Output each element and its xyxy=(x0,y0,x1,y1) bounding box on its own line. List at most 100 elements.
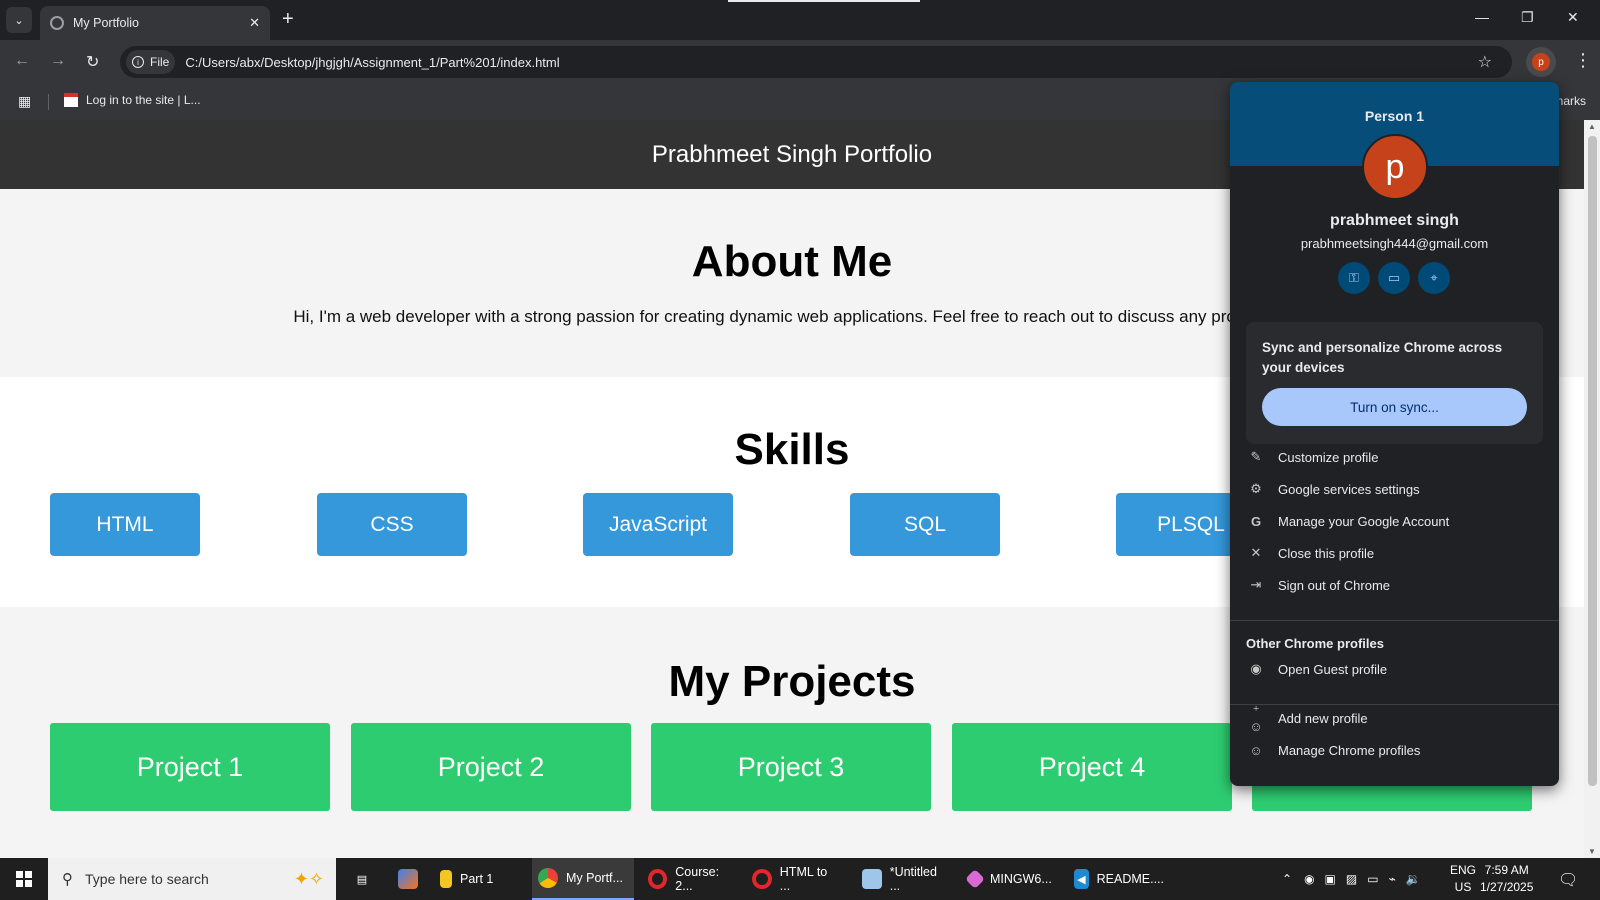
scrollbar-thumb[interactable] xyxy=(1588,136,1597,786)
scroll-up-icon[interactable]: ▲ xyxy=(1588,122,1596,131)
skill-css: CSS xyxy=(317,493,467,556)
google-icon: G xyxy=(1250,513,1262,529)
system-clock[interactable]: 7:59 AM 1/27/2025 xyxy=(1480,862,1533,896)
bookmark-favicon-icon xyxy=(64,93,78,107)
menu-sign-out[interactable]: ⇥ Sign out of Chrome xyxy=(1246,573,1546,597)
sign-out-icon: ⇥ xyxy=(1250,577,1262,592)
sync-promo-card: Sync and personalize Chrome across your … xyxy=(1246,322,1543,444)
site-title: Prabhmeet Singh Portfolio xyxy=(651,140,933,168)
close-window-button[interactable]: ✕ xyxy=(1567,9,1579,26)
task-view-button[interactable]: ▤ xyxy=(346,858,386,900)
taskbar-app-label: Part 1 xyxy=(460,872,494,886)
restore-button[interactable]: ❐ xyxy=(1521,9,1534,26)
back-button[interactable]: ← xyxy=(14,52,30,70)
sparkle-icon: ✦✧ xyxy=(293,868,324,889)
notepad-icon xyxy=(862,869,882,889)
menu-manage-chrome-profiles[interactable]: ☺ Manage Chrome profiles xyxy=(1246,738,1546,762)
chrome-icon xyxy=(538,868,558,888)
bookmark-label: Log in to the site | L... xyxy=(86,93,201,107)
reload-button[interactable]: ↻ xyxy=(86,52,99,72)
windows-taskbar: ⚲ Type here to search ✦✧ ▤ Part 1 My Por… xyxy=(0,858,1600,900)
minimize-button[interactable]: — xyxy=(1475,9,1489,25)
taskbar-app-opera-course[interactable]: Course: 2... xyxy=(642,858,742,900)
show-hidden-icons-icon[interactable]: ⌃ xyxy=(1282,872,1292,886)
globe-icon xyxy=(50,16,64,30)
tab-search-button[interactable]: ⌄ xyxy=(6,7,32,33)
vscode-icon: ◀ xyxy=(1074,869,1089,889)
start-button[interactable] xyxy=(0,858,48,900)
tab-title: My Portfolio xyxy=(73,16,139,30)
region-code: US xyxy=(1454,880,1472,894)
project-card-3[interactable]: Project 3 xyxy=(651,723,931,811)
windows-logo-icon xyxy=(16,871,32,887)
meet-icon[interactable]: ▣ xyxy=(1325,872,1336,886)
menu-open-guest-profile[interactable]: ◉ Open Guest profile xyxy=(1246,657,1546,681)
project-card-4[interactable]: Project 4 xyxy=(952,723,1232,811)
close-tab-icon[interactable]: ✕ xyxy=(249,15,260,31)
taskbar-app-chrome[interactable]: My Portf... xyxy=(532,858,634,900)
popup-divider xyxy=(1230,704,1559,705)
volume-icon[interactable]: 🔉 xyxy=(1406,872,1421,886)
menu-close-profile[interactable]: ✕ Close this profile xyxy=(1246,541,1546,565)
bookmark-star-icon[interactable]: ☆ xyxy=(1478,52,1492,72)
turn-on-sync-button[interactable]: Turn on sync... xyxy=(1262,388,1527,426)
scroll-down-icon[interactable]: ▼ xyxy=(1588,847,1596,856)
menu-label: Open Guest profile xyxy=(1278,661,1388,677)
folder-icon xyxy=(440,870,452,888)
profile-header-title: Person 1 xyxy=(1364,108,1425,124)
network-icon[interactable]: ⌁ xyxy=(1389,872,1396,886)
copilot-icon xyxy=(398,869,418,889)
profile-avatar-small: p xyxy=(1532,53,1550,71)
battery-icon[interactable]: ▭ xyxy=(1367,872,1378,886)
apps-grid-icon[interactable]: ▦ xyxy=(18,93,31,110)
project-card-1[interactable]: Project 1 xyxy=(50,723,330,811)
chrome-menu-icon[interactable]: ⋮ xyxy=(1574,50,1592,71)
passwords-key-icon[interactable]: ⚿ xyxy=(1338,262,1370,294)
taskbar-copilot[interactable] xyxy=(392,858,432,900)
profile-name: prabhmeet singh xyxy=(1330,212,1459,229)
taskbar-search-box[interactable]: ⚲ Type here to search ✦✧ xyxy=(48,858,336,900)
project-card-2[interactable]: Project 2 xyxy=(351,723,631,811)
new-tab-button[interactable]: + xyxy=(282,9,294,29)
address-bar[interactable]: i File C:/Users/abx/Desktop/jhgjgh/Assig… xyxy=(120,46,1512,78)
taskbar-app-vscode[interactable]: ◀ README.... xyxy=(1068,858,1170,900)
payment-card-icon[interactable]: ▭ xyxy=(1378,262,1410,294)
taskbar-app-git-bash[interactable]: MINGW6... xyxy=(962,858,1062,900)
close-icon: ✕ xyxy=(1250,545,1262,560)
search-icon: ⚲ xyxy=(62,871,73,888)
menu-add-new-profile[interactable]: ⁺☺ Add new profile xyxy=(1246,703,1546,734)
bookmark-login[interactable]: Log in to the site | L... xyxy=(64,93,201,107)
taskbar-app-label: HTML to ... xyxy=(779,865,828,893)
page-scrollbar[interactable]: ▲ ▼ xyxy=(1584,120,1600,858)
taskbar-app-notepad[interactable]: *Untitled ... xyxy=(856,858,956,900)
site-info-chip[interactable]: i File xyxy=(126,50,176,74)
menu-google-services[interactable]: ⚙ Google services settings xyxy=(1246,477,1546,501)
profile-button[interactable]: p xyxy=(1526,47,1556,77)
task-view-icon: ▤ xyxy=(356,873,368,886)
menu-manage-google-account[interactable]: G Manage your Google Account xyxy=(1246,509,1546,533)
profile-avatar-large: p xyxy=(1362,134,1428,200)
guest-profile-icon: ◉ xyxy=(1250,661,1262,676)
info-icon: i xyxy=(132,56,144,68)
bookmarks-divider xyxy=(48,94,49,110)
record-icon[interactable]: ◉ xyxy=(1304,872,1314,886)
popup-divider xyxy=(1230,620,1559,621)
all-bookmarks-label[interactable]: narks xyxy=(1557,94,1586,108)
clock-time: 7:59 AM xyxy=(1484,863,1529,877)
manage-profiles-icon: ☺ xyxy=(1249,742,1263,758)
addresses-pin-icon[interactable]: ⌖ xyxy=(1418,262,1450,294)
system-tray: ⌃ ◉ ▣ ▨ ▭ ⌁ 🔉 xyxy=(1282,858,1421,900)
opera-icon xyxy=(752,869,772,889)
notification-center-icon[interactable]: 🗨 xyxy=(1558,870,1578,890)
menu-customize-profile[interactable]: ✎ Customize profile xyxy=(1246,445,1546,469)
tab-my-portfolio[interactable]: My Portfolio ✕ xyxy=(40,6,270,40)
taskbar-app-explorer[interactable]: Part 1 xyxy=(434,858,526,900)
opera-icon xyxy=(648,869,668,889)
taskbar-app-opera-html[interactable]: HTML to ... xyxy=(746,858,846,900)
menu-label: Customize profile xyxy=(1278,449,1379,465)
forward-button[interactable]: → xyxy=(50,52,66,70)
language-indicator[interactable]: ENG US xyxy=(1450,862,1476,896)
skill-html: HTML xyxy=(50,493,200,556)
display-icon[interactable]: ▨ xyxy=(1346,872,1357,886)
menu-label: Manage Chrome profiles xyxy=(1278,742,1421,758)
